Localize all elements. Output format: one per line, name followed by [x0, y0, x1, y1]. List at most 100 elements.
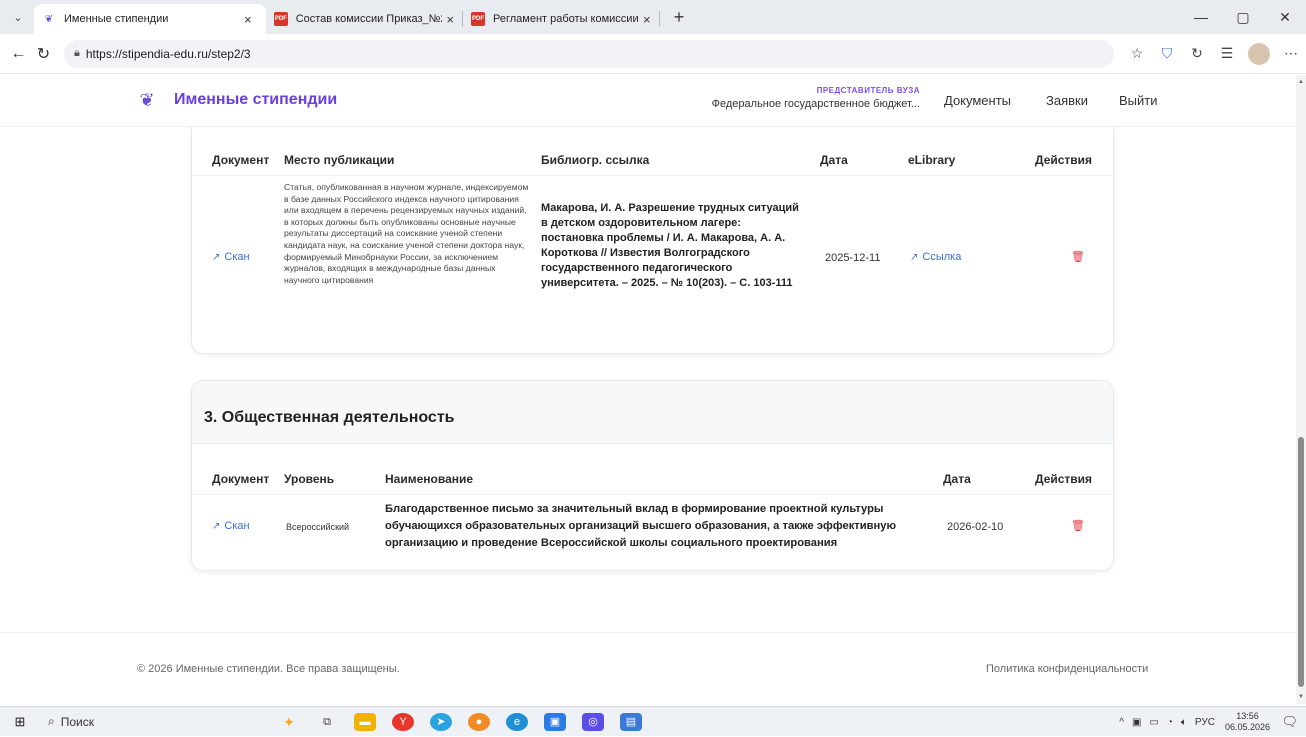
app-icon[interactable]: ●: [468, 712, 490, 731]
privacy-policy-link[interactable]: Политика конфиденциальности: [986, 663, 1148, 675]
favorites-list-icon[interactable]: ☰: [1212, 45, 1242, 62]
tab-divider: [659, 11, 660, 27]
notifications-icon[interactable]: 🗨︎: [1281, 714, 1298, 730]
app-icon[interactable]: ▣: [544, 712, 566, 731]
taskbar-apps: ✦ ⧉ ▬ Y ➤ ● e ▣ ◎ ▤: [270, 712, 650, 731]
brand-name: Именные стипендии: [174, 91, 338, 108]
elibrary-link[interactable]: ↗ Ссылка: [910, 251, 961, 263]
external-link-icon: ↗: [910, 251, 919, 263]
file-explorer-icon[interactable]: ▬: [354, 712, 376, 731]
taskbar-search[interactable]: ⌕ Поиск: [40, 711, 190, 733]
search-icon: ⌕: [48, 714, 55, 728]
address-input[interactable]: 🔒︎ https://stipendia-edu.ru/step2/3: [63, 39, 1114, 68]
laurel-emblem-icon: ❦: [139, 90, 155, 110]
tab-title: Состав комиссии Приказ_№296_: [295, 13, 443, 25]
col-header-name: Наименование: [385, 472, 474, 486]
clock[interactable]: 13:56 06.05.2026: [1225, 711, 1270, 733]
more-options-icon[interactable]: ⋯: [1276, 45, 1306, 62]
volume-icon[interactable]: 🔈︎: [1181, 717, 1187, 728]
publications-card: Документ Место публикации Библиогр. ссыл…: [191, 127, 1114, 354]
site-favicon-icon: ❦: [44, 13, 54, 25]
organization-name: Федеральное государственное бюджет...: [711, 98, 920, 110]
yandex-browser-icon[interactable]: Y: [392, 712, 414, 731]
page-scrollbar[interactable]: ▲ ▼: [1296, 75, 1306, 704]
scan-link-label: Скан: [224, 520, 250, 532]
nav-documents[interactable]: Документы: [944, 93, 1011, 108]
publication-place: Статья, опубликованная в научном журнале…: [284, 182, 529, 285]
site-header: ❦ Именные стипендии ПРЕДСТАВИТЕЛЬ ВУЗА Ф…: [0, 75, 1296, 127]
back-arrow-icon[interactable]: ←: [6, 45, 31, 63]
scrollbar-thumb[interactable]: [1298, 437, 1304, 687]
app-icon[interactable]: ◎: [582, 712, 604, 731]
elibrary-link-label: Ссылка: [922, 251, 962, 263]
scan-link[interactable]: ↗ Скан: [212, 520, 250, 532]
window-controls: — ▢ ✕: [1180, 0, 1306, 34]
activity-level: Всероссийский: [286, 522, 350, 532]
shield-icon[interactable]: ⛉: [1152, 45, 1182, 62]
tab-actions-menu-icon[interactable]: ⌄: [6, 5, 30, 29]
browser-tab-active[interactable]: ❦ Именные стипендии ×: [34, 4, 266, 34]
close-window-icon[interactable]: ✕: [1264, 9, 1306, 26]
col-header-document: Документ: [212, 472, 270, 486]
battery-icon[interactable]: ▭: [1149, 717, 1158, 728]
nav-applications[interactable]: Заявки: [1046, 93, 1088, 108]
scroll-up-icon[interactable]: ▲: [1298, 79, 1304, 85]
tab-close-icon[interactable]: ×: [446, 12, 454, 27]
col-header-bib: Библиогр. ссылка: [541, 153, 650, 167]
browser-tab[interactable]: PDF Состав комиссии Приказ_№296_ ×: [266, 4, 462, 34]
table-divider: [192, 494, 1113, 495]
activity-name-line: организацию и проведение Всероссийской ш…: [385, 537, 838, 549]
scan-link[interactable]: ↗ Скан: [212, 251, 250, 263]
url-text: https://stipendia-edu.ru/step2/3: [85, 46, 251, 61]
bibliographic-reference: Макарова, И. А. Разрешение трудных ситуа…: [541, 202, 799, 289]
col-header-actions: Действия: [1035, 153, 1093, 167]
representative-info: ПРЕДСТАВИТЕЛЬ ВУЗА Федеральное государст…: [705, 86, 920, 110]
new-tab-button[interactable]: +: [668, 7, 690, 28]
widgets-icon[interactable]: ✦: [278, 713, 300, 731]
favorite-star-icon[interactable]: ☆: [1122, 45, 1152, 62]
refresh-extension-icon[interactable]: ↻: [1182, 45, 1212, 62]
tray-chevron-icon[interactable]: ^: [1119, 717, 1124, 728]
scan-link-label: Скан: [224, 251, 250, 263]
pdf-icon: PDF: [471, 12, 485, 26]
activity-name-line: обучающихся образовательных организаций …: [385, 520, 897, 532]
profile-avatar[interactable]: [1248, 42, 1270, 65]
network-icon[interactable]: ◔: [1167, 717, 1173, 728]
language-indicator[interactable]: РУС: [1195, 717, 1215, 728]
task-view-icon[interactable]: ⧉: [316, 713, 338, 731]
site-footer: © 2026 Именные стипендии. Все права защи…: [0, 632, 1296, 704]
delete-trash-icon[interactable]: 🗑︎: [1071, 520, 1085, 532]
browser-tab[interactable]: PDF Регламент работы комиссии Ми ×: [463, 4, 659, 34]
app-icon[interactable]: ▤: [620, 712, 642, 731]
pdf-icon: PDF: [274, 12, 288, 26]
page-viewport: ❦ Именные стипендии ПРЕДСТАВИТЕЛЬ ВУЗА Ф…: [0, 75, 1296, 704]
windows-start-icon[interactable]: ⊞: [0, 714, 40, 730]
tab-close-icon[interactable]: ×: [643, 12, 651, 27]
user-role: ПРЕДСТАВИТЕЛЬ ВУЗА: [816, 86, 920, 95]
activity-name-line: Благодарственное письмо за значительный …: [385, 503, 884, 515]
windows-taskbar: ⊞ ⌕ Поиск ✦ ⧉ ▬ Y ➤ ● e ▣ ◎ ▤ ^ ▣ ▭ ◔ 🔈︎…: [0, 706, 1306, 736]
minimize-icon[interactable]: —: [1180, 9, 1222, 25]
maximize-icon[interactable]: ▢: [1222, 9, 1264, 26]
browser-toolbar: ← ↻ 🔒︎ https://stipendia-edu.ru/step2/3 …: [0, 34, 1306, 74]
section-title: 3. Общественная деятельность: [204, 409, 455, 426]
nav-logout[interactable]: Выйти: [1119, 93, 1158, 108]
edge-browser-icon[interactable]: e: [506, 712, 528, 731]
delete-trash-icon[interactable]: 🗑︎: [1071, 251, 1085, 263]
card-header: 3. Общественная деятельность: [192, 381, 1113, 444]
reload-icon[interactable]: ↻: [31, 44, 56, 64]
tray-app-icon[interactable]: ▣: [1132, 717, 1141, 728]
telegram-icon[interactable]: ➤: [430, 712, 452, 731]
tab-title: Регламент работы комиссии Ми: [493, 13, 639, 25]
toolbar-actions: ☆ ⛉ ↻ ☰ ⋯: [1122, 42, 1306, 65]
tab-close-icon[interactable]: ×: [244, 12, 252, 27]
col-header-level: Уровень: [284, 472, 335, 486]
external-link-icon: ↗: [212, 520, 221, 532]
browser-tabstrip: ⌄ ❦ Именные стипендии × PDF Состав комис…: [0, 0, 1306, 34]
scroll-down-icon[interactable]: ▼: [1298, 694, 1304, 700]
publication-date: 2025-12-11: [825, 252, 881, 264]
copyright-text: © 2026 Именные стипендии. Все права защи…: [137, 663, 400, 675]
activity-date: 2026-02-10: [947, 521, 1004, 533]
brand[interactable]: ❦ Именные стипендии: [136, 89, 337, 111]
col-header-date: Дата: [820, 153, 848, 167]
